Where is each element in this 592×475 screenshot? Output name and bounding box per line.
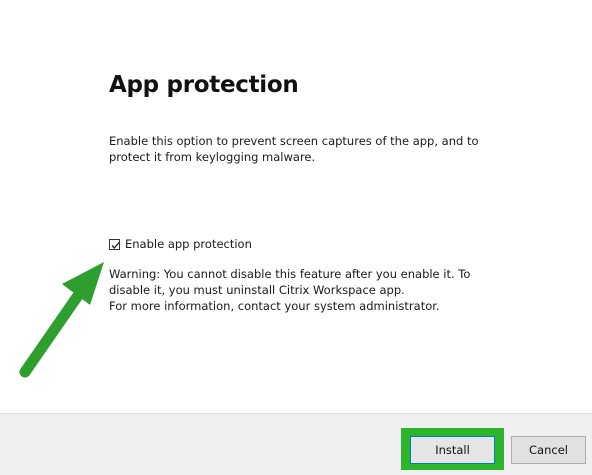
warning-text: Warning: You cannot disable this feature…: [109, 266, 529, 314]
description-line: Enable this option to prevent screen cap…: [109, 134, 479, 148]
header-area: App protection: [109, 72, 529, 98]
enable-app-protection-option[interactable]: Enable app protection: [109, 237, 252, 251]
page-title: App protection: [109, 72, 299, 98]
install-button[interactable]: Install: [410, 436, 495, 464]
description-line: protect it from keylogging malware.: [109, 150, 316, 164]
description: Enable this option to prevent screen cap…: [109, 133, 529, 165]
enable-app-protection-checkbox[interactable]: [109, 238, 120, 250]
checkbox-label[interactable]: Enable app protection: [125, 237, 252, 251]
checkmark-icon: [111, 241, 120, 249]
warning-line: disable it, you must uninstall Citrix Wo…: [109, 283, 405, 297]
warning-line: Warning: You cannot disable this feature…: [109, 267, 471, 281]
cancel-button[interactable]: Cancel: [511, 436, 586, 464]
installer-dialog: App protection Enable this option to pre…: [0, 0, 592, 475]
warning-line: For more information, contact your syste…: [109, 299, 440, 313]
